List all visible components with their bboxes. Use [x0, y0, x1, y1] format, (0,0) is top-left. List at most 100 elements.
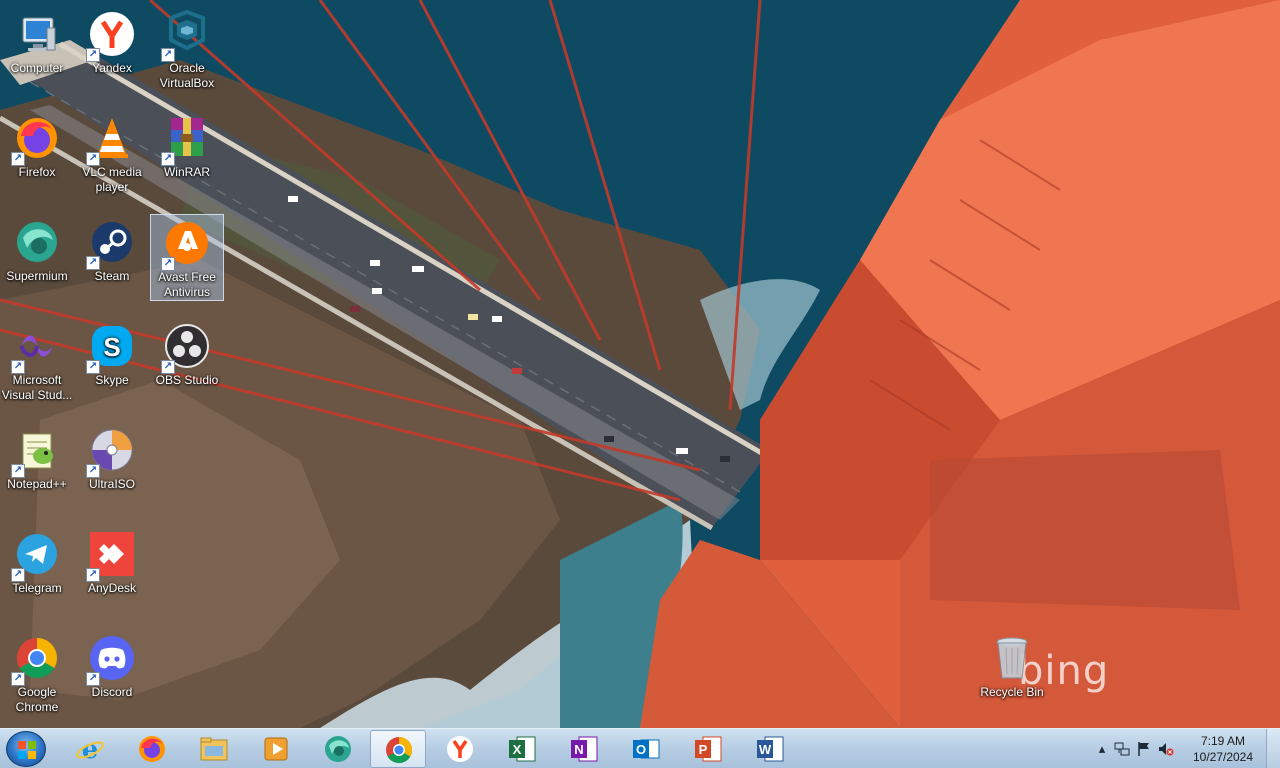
desktop-icon-avast[interactable]: ↗ Avast Free Antivirus — [150, 214, 224, 301]
shortcut-arrow-icon: ↗ — [11, 464, 25, 478]
taskbar-file-explorer[interactable] — [186, 730, 242, 768]
anydesk-icon: ↗ — [86, 530, 136, 582]
action-center-flag-icon[interactable] — [1136, 741, 1152, 757]
clock-date: 10/27/2024 — [1192, 750, 1254, 764]
show-hidden-icons-chevron-up-icon[interactable]: ▴ — [1094, 741, 1110, 757]
firefox-icon — [139, 736, 165, 762]
desktop-icon-label: UltraISO — [88, 477, 135, 491]
taskbar-clock[interactable]: 7:19 AM 10/27/2024 — [1188, 733, 1258, 765]
notepadpp-icon: ↗ — [11, 426, 61, 478]
taskbar: e X N O P W ▴ 7:19 AM 10/27/2024 — [0, 728, 1280, 768]
desktop-icon-google-chrome[interactable]: ↗ Google Chrome — [0, 630, 74, 715]
avast-icon: ↗ — [161, 219, 211, 271]
show-desktop-button[interactable] — [1266, 729, 1280, 768]
discord-icon: ↗ — [86, 634, 136, 686]
yandex-icon: ↗ — [86, 10, 136, 62]
desktop-icon-label: OBS Studio — [155, 373, 219, 387]
computer-icon — [13, 10, 61, 58]
supermium-icon — [13, 218, 61, 266]
taskbar-word[interactable]: W — [742, 730, 798, 768]
shortcut-arrow-icon: ↗ — [86, 672, 100, 686]
svg-text:e: e — [82, 735, 99, 764]
desktop-icon-computer[interactable]: Computer — [0, 6, 74, 76]
vlc-icon: ↗ — [86, 114, 136, 166]
shortcut-arrow-icon: ↗ — [86, 464, 100, 478]
desktop-icon-label: Avast Free Antivirus — [158, 270, 216, 299]
desktop-icon-label: Steam — [94, 269, 130, 283]
desktop-icon-label: Discord — [91, 685, 133, 699]
taskbar-onenote[interactable]: N — [556, 730, 612, 768]
shortcut-arrow-icon: ↗ — [86, 568, 100, 582]
windows-start-icon — [18, 741, 36, 759]
desktop-icon-label: Google Chrome — [15, 685, 59, 714]
taskbar-google-chrome[interactable] — [370, 730, 426, 768]
yandex-icon — [447, 736, 473, 762]
taskbar-supermium[interactable] — [310, 730, 366, 768]
taskbar-internet-explorer[interactable]: e — [62, 730, 118, 768]
obs-icon: ↗ — [161, 322, 211, 374]
desktop-icon-label: Firefox — [18, 165, 56, 179]
desktop-icon-label: Notepad++ — [7, 477, 67, 491]
onenote-icon: N — [571, 736, 598, 762]
desktop-icon-label: WinRAR — [163, 165, 210, 179]
taskbar-outlook[interactable]: O — [618, 730, 674, 768]
system-tray: ▴ 7:19 AM 10/27/2024 — [1090, 729, 1280, 768]
volume-muted-icon[interactable] — [1158, 741, 1174, 757]
chrome-icon — [386, 736, 413, 764]
shortcut-arrow-icon: ↗ — [86, 256, 100, 270]
desktop-icon-virtualbox[interactable]: ↗ Oracle VirtualBox — [150, 6, 224, 91]
svg-text:W: W — [759, 742, 772, 757]
desktop-icon-label: Recycle Bin — [980, 685, 1044, 699]
excel-icon: X — [509, 736, 536, 762]
desktop-icon-label: Computer — [10, 61, 64, 75]
internet-explorer-icon: e — [76, 735, 104, 764]
desktop-icon-label: AnyDesk — [87, 581, 137, 595]
powerpoint-icon: P — [695, 736, 722, 762]
start-button[interactable] — [6, 731, 46, 767]
desktop-icon-label: Oracle VirtualBox — [159, 61, 215, 90]
network-icon[interactable] — [1114, 741, 1130, 757]
skype-icon: S ↗ — [86, 322, 136, 374]
desktop-icon-recycle-bin[interactable]: Recycle Bin — [975, 630, 1049, 700]
desktop-icon-vlc[interactable]: ↗ VLC media player — [75, 110, 149, 195]
visual-studio-icon: ↗ — [11, 322, 61, 374]
svg-text:S: S — [103, 332, 120, 362]
shortcut-arrow-icon: ↗ — [86, 48, 100, 62]
taskbar-media-player[interactable] — [248, 730, 304, 768]
desktop-icon-yandex[interactable]: ↗ Yandex — [75, 6, 149, 76]
steam-icon: ↗ — [86, 218, 136, 270]
taskbar-firefox[interactable] — [124, 730, 180, 768]
desktop-icon-label: Supermium — [6, 269, 68, 283]
desktop-icon-label: Telegram — [12, 581, 62, 595]
desktop-icon-label: Skype — [95, 373, 129, 387]
desktop-icon-telegram[interactable]: ↗ Telegram — [0, 526, 74, 596]
svg-text:O: O — [636, 742, 646, 757]
shortcut-arrow-icon: ↗ — [161, 257, 175, 271]
chrome-icon: ↗ — [11, 634, 61, 686]
desktop-icon-firefox[interactable]: ↗ Firefox — [0, 110, 74, 180]
shortcut-arrow-icon: ↗ — [86, 360, 100, 374]
desktop-icon-label: VLC media player — [82, 165, 142, 194]
desktop-icon-steam[interactable]: ↗ Steam — [75, 214, 149, 284]
desktop-icon-discord[interactable]: ↗ Discord — [75, 630, 149, 700]
telegram-icon: ↗ — [11, 530, 61, 582]
desktop-icon-winrar[interactable]: ↗ WinRAR — [150, 110, 224, 180]
desktop-icon-ultraiso[interactable]: ↗ UltraISO — [75, 422, 149, 492]
desktop-icon-label: Microsoft Visual Stud... — [1, 373, 73, 402]
file-explorer-icon — [200, 737, 228, 761]
desktop-icon-skype[interactable]: S ↗ Skype — [75, 318, 149, 388]
shortcut-arrow-icon: ↗ — [11, 568, 25, 582]
taskbar-yandex[interactable] — [432, 730, 488, 768]
taskbar-powerpoint[interactable]: P — [680, 730, 736, 768]
desktop-icon-obs[interactable]: ↗ OBS Studio — [150, 318, 224, 388]
svg-text:N: N — [574, 742, 583, 757]
desktop-icon-anydesk[interactable]: ↗ AnyDesk — [75, 526, 149, 596]
shortcut-arrow-icon: ↗ — [161, 152, 175, 166]
outlook-icon: O — [633, 739, 660, 759]
desktop-icon-notepadpp[interactable]: ↗ Notepad++ — [0, 422, 74, 492]
taskbar-excel[interactable]: X — [494, 730, 550, 768]
clock-time: 7:19 AM — [1200, 734, 1246, 748]
desktop-icon-supermium[interactable]: Supermium — [0, 214, 74, 284]
winrar-icon: ↗ — [161, 114, 211, 166]
desktop-icon-visual-studio[interactable]: ↗ Microsoft Visual Stud... — [0, 318, 74, 403]
